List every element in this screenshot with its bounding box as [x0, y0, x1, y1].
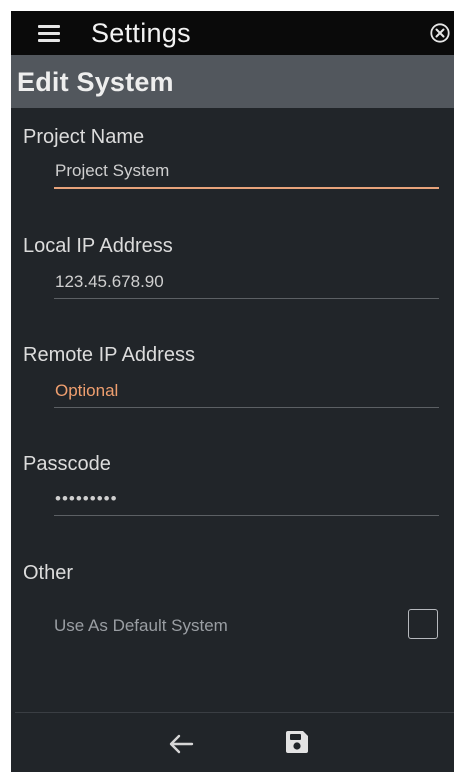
page-title: Edit System [17, 67, 174, 97]
project-name-label: Project Name [23, 126, 145, 148]
remote-ip-input[interactable] [54, 378, 439, 408]
default-system-label: Use As Default System [54, 616, 228, 635]
local-ip-label: Local IP Address [23, 235, 173, 257]
project-name-input[interactable] [54, 159, 439, 189]
hamburger-menu-icon[interactable] [38, 25, 60, 42]
remote-ip-label: Remote IP Address [23, 344, 195, 366]
passcode-input[interactable] [54, 486, 439, 516]
bottom-action-bar [15, 712, 454, 772]
top-app-bar: Settings [11, 11, 454, 55]
settings-screen: Settings Edit System Project Name Local … [11, 11, 454, 772]
close-icon[interactable] [430, 23, 450, 43]
app-bar-title: Settings [91, 18, 191, 48]
floppy-save-icon[interactable] [284, 729, 310, 755]
local-ip-input[interactable] [54, 269, 439, 299]
passcode-label: Passcode [23, 453, 111, 475]
other-section-label: Other [23, 562, 74, 584]
default-system-checkbox[interactable] [408, 609, 438, 639]
page-header: Edit System [11, 55, 454, 108]
arrow-left-icon[interactable] [168, 733, 194, 755]
